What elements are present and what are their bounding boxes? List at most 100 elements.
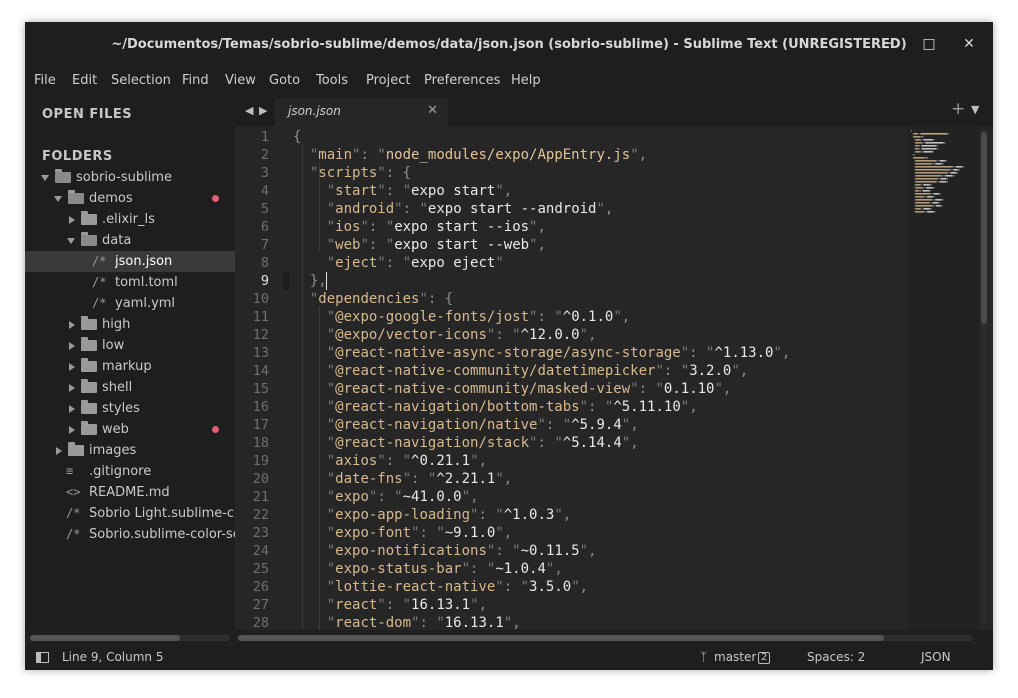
line-number: 28 [252, 615, 269, 631]
editor-scrollbar-thumb[interactable] [981, 132, 987, 324]
tree-file[interactable]: <> README.md [25, 482, 235, 503]
minimap-token [932, 196, 934, 198]
minimap-token [920, 133, 921, 135]
chevron-right-icon[interactable] [69, 216, 75, 224]
menu-view[interactable]: View [225, 73, 256, 88]
minimize-icon[interactable]: ─ [880, 35, 898, 53]
minimap-token [929, 190, 930, 192]
maximize-icon[interactable]: □ [920, 35, 938, 53]
chevron-right-icon[interactable] [69, 426, 75, 434]
chevron-right-icon[interactable] [56, 447, 62, 455]
chevron-down-icon[interactable] [41, 175, 49, 181]
tree-file[interactable]: /* json.json [25, 251, 235, 272]
chevron-right-icon[interactable] [69, 384, 75, 392]
tree-folder[interactable]: images [25, 440, 235, 461]
minimap-token [920, 145, 922, 147]
tree-folder[interactable]: high [25, 314, 235, 335]
minimap-token [914, 139, 916, 141]
git-branch[interactable]: master [714, 650, 756, 664]
minimap-token [953, 175, 955, 177]
menu-project[interactable]: Project [366, 73, 410, 88]
minimap-token [918, 148, 920, 150]
git-changes-badge[interactable]: 2 [758, 652, 771, 664]
minimap-token [936, 160, 938, 162]
sidebar-scrollbar-thumb[interactable] [30, 635, 180, 641]
tree-file[interactable]: ≡ .gitignore [25, 461, 235, 482]
line-number: 21 [252, 489, 269, 505]
tree-folder[interactable]: shell [25, 377, 235, 398]
chevron-down-icon[interactable] [67, 238, 75, 244]
tree-folder[interactable]: markup [25, 356, 235, 377]
tab-list-icon[interactable]: ▼ [971, 103, 979, 116]
tree-item-label: data [102, 233, 132, 248]
menu-goto[interactable]: Goto [269, 73, 300, 88]
code-line: "expo-notifications": "~0.11.5", [293, 543, 597, 559]
editor-vertical-scrollbar[interactable] [981, 130, 987, 624]
line-number: 23 [252, 525, 269, 541]
minimap-token [941, 199, 943, 201]
code-line: "@react-navigation/stack": "^5.14.4", [293, 435, 639, 451]
menu-preferences[interactable]: Preferences [424, 73, 500, 88]
minimap-token [915, 175, 942, 177]
minimap-token [924, 196, 926, 198]
tree-file[interactable]: /* Sobrio.sublime-color-sch [25, 524, 235, 545]
code-line: "expo-font": "~9.1.0", [293, 525, 513, 541]
code-area[interactable]: { "main": "node_modules/expo/AppEntry.js… [293, 126, 903, 630]
minimap-token [929, 190, 931, 192]
chevron-right-icon[interactable] [69, 363, 75, 371]
chevron-down-icon[interactable] [54, 196, 62, 202]
chevron-right-icon[interactable] [69, 405, 75, 413]
code-line: "web": "expo start --web", [293, 237, 546, 253]
minimap-token [915, 148, 919, 150]
menu-help[interactable]: Help [511, 73, 541, 88]
minimap-token [914, 178, 916, 180]
tree-file[interactable]: /* Sobrio Light.sublime-col [25, 503, 235, 524]
chevron-right-icon[interactable] [69, 321, 75, 329]
tree-folder[interactable]: styles [25, 398, 235, 419]
minimap-token [929, 193, 931, 195]
tree-folder[interactable]: data [25, 230, 235, 251]
indentation-setting[interactable]: Spaces: 2 [807, 650, 865, 664]
menu-edit[interactable]: Edit [72, 73, 97, 88]
chevron-right-icon[interactable] [69, 342, 75, 350]
tree-folder[interactable]: low [25, 335, 235, 356]
minimap-token [915, 202, 929, 204]
tree-folder[interactable]: .elixir_ls [25, 209, 235, 230]
minimap-token [947, 181, 948, 183]
minimap[interactable] [907, 126, 979, 630]
sidebar-toggle-icon[interactable] [36, 652, 49, 663]
tab-close-icon[interactable]: ✕ [427, 103, 438, 118]
tab-json-json[interactable]: json.json ✕ [275, 98, 448, 126]
menu-selection[interactable]: Selection [111, 73, 171, 88]
tree-file[interactable]: /* yaml.yml [25, 293, 235, 314]
sidebar-scrollbar[interactable] [30, 635, 230, 641]
menu-file[interactable]: File [34, 73, 56, 88]
tree-file[interactable]: /* toml.toml [25, 272, 235, 293]
minimap-token [920, 151, 922, 153]
tree-folder[interactable]: sobrio-sublime [25, 167, 235, 188]
line-number: 4 [260, 183, 269, 199]
minimap-token [925, 187, 927, 189]
code-line: "dependencies": { [293, 291, 454, 307]
editor-horizontal-scrollbar[interactable] [238, 635, 973, 641]
close-icon[interactable]: ✕ [960, 35, 978, 53]
tab-prev-icon[interactable]: ◀ [245, 104, 253, 117]
code-line: "expo-status-bar": "~1.0.4", [293, 561, 563, 577]
minimap-token [914, 151, 916, 153]
menu-tools[interactable]: Tools [316, 73, 348, 88]
editor[interactable]: 1 2 3 4 5 6 7 8 9 10 11 12 13 14 15 16 17 18 19 20 21 22 23 24 2… [235, 126, 993, 631]
syntax-selector[interactable]: JSON [921, 650, 951, 664]
new-tab-icon[interactable]: + [951, 99, 965, 119]
minimap-token [950, 169, 952, 171]
tree-folder[interactable]: demos [25, 188, 235, 209]
code-line: "expo-app-loading": "^1.0.3", [293, 507, 572, 523]
tree-item-label: demos [89, 191, 133, 206]
minimap-token [922, 208, 924, 210]
tree-folder[interactable]: web [25, 419, 235, 440]
code-line: "@react-native-async-storage/async-stora… [293, 345, 791, 361]
tab-next-icon[interactable]: ▶ [259, 104, 267, 117]
minimap-token [944, 175, 946, 177]
menu-find[interactable]: Find [182, 73, 209, 88]
code-line: "@expo/vector-icons": "^12.0.0", [293, 327, 597, 343]
editor-hscrollbar-thumb[interactable] [238, 635, 884, 641]
